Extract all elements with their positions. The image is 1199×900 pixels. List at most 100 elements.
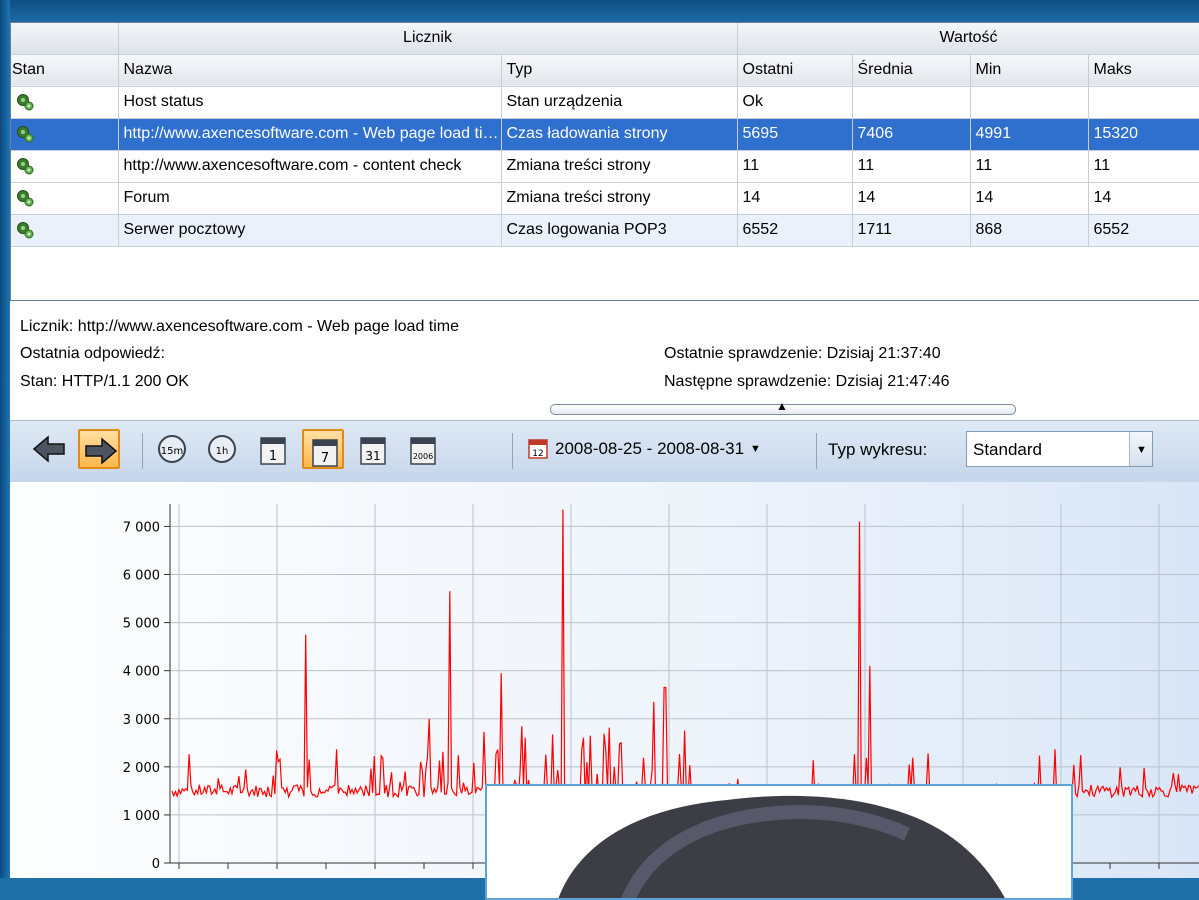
status-cell [11,214,119,247]
calendar-month-label: 31 [365,449,380,463]
type-cell: Zmiana treści strony [501,182,738,215]
period-year-button[interactable]: 2006 [402,429,444,469]
calendar-day-label: 1 [269,449,277,464]
toolbar-separator [816,433,817,469]
avg-cell: 11 [852,150,971,183]
last-cell: Ok [737,86,853,119]
y-tick-label: 5 000 [123,617,160,632]
back-button[interactable] [28,429,70,469]
name-cell: http://www.axencesoftware.com - Web page… [118,118,502,151]
calendar-year-label: 2006 [413,452,433,461]
column-header-ostatni[interactable]: Ostatni [737,54,853,87]
forward-button[interactable] [78,429,120,469]
min-cell: 4991 [970,118,1089,151]
chevron-down-icon: ▼ [1136,444,1147,456]
series-line-load-time [171,509,1199,800]
calendar-month-icon: 31 [360,437,386,465]
type-cell: Zmiana treści strony [501,150,738,183]
max-cell: 14 [1088,182,1199,215]
y-tick-label: 0 [152,857,160,872]
table-row[interactable]: Forum Zmiana treści strony 14 14 14 14 [11,182,1199,215]
calendar-week-label: 7 [321,451,329,466]
window-left-border [0,0,10,878]
chevron-down-icon: ▼ [750,443,761,455]
table-row[interactable]: http://www.axencesoftware.com - content … [11,150,1199,183]
column-header-min[interactable]: Min [970,54,1089,87]
toolbar-separator [142,433,143,469]
max-cell: 11 [1088,150,1199,183]
window-title-bar [0,0,1199,22]
toolbar-separator [512,433,513,469]
status-cell [11,150,119,183]
calendar-day-icon: 1 [260,437,286,465]
calendar-icon-day: 12 [532,449,543,459]
period-month-button[interactable]: 31 [352,429,394,469]
clock-1h-label: 1h [216,446,229,457]
status-cell [11,86,119,119]
status-detail: Stan: HTTP/1.1 200 OK [20,373,189,390]
status-gear-icon [16,93,34,111]
column-header-stan[interactable]: Stan [11,54,119,87]
chart-toolbar: 15m 1h 1 7 31 2006 12 2008-08-25 - 2008-… [10,420,1199,484]
chart-type-label: Typ wykresu: [828,440,928,459]
y-tick-label: 3 000 [123,713,160,728]
max-cell: 15320 [1088,118,1199,151]
next-check: Następne sprawdzenie: Dzisiaj 21:47:46 [664,373,950,390]
chart-type-dropdown-button[interactable]: ▼ [1129,432,1152,466]
min-cell: 14 [970,182,1089,215]
status-gear-icon [16,221,34,239]
table-row[interactable]: Host status Stan urządzenia Ok [11,86,1199,119]
period-day-button[interactable]: 1 [252,429,294,469]
period-15m-button[interactable]: 15m [152,429,194,469]
chart-type-value: Standard [973,440,1042,459]
last-cell: 6552 [737,214,853,247]
avg-cell: 7406 [852,118,971,151]
table-row-selected[interactable]: http://www.axencesoftware.com - Web page… [11,118,1199,151]
y-tick-label: 6 000 [123,569,160,584]
name-cell: Serwer pocztowy [118,214,502,247]
main-panel: Licznik Wartość Stan Nazwa Typ Ostatni Ś… [10,22,1199,900]
clock-1h-icon: 1h [208,435,236,463]
clock-15m-label: 15m [161,446,183,457]
group-header-counter: Licznik [118,23,738,55]
last-response-label: Ostatnia odpowiedź: [20,345,165,362]
column-header-nazwa[interactable]: Nazwa [118,54,502,87]
max-cell [1088,86,1199,119]
group-header-value: Wartość [737,23,1199,55]
type-cell: Czas logowania POP3 [501,214,738,247]
min-cell [970,86,1089,119]
calendar-icon: 12 [528,439,548,459]
type-cell: Czas ładowania strony [501,118,738,151]
counters-table: Licznik Wartość Stan Nazwa Typ Ostatni Ś… [10,22,1199,301]
y-tick-label: 4 000 [123,665,160,680]
table-row[interactable]: Serwer pocztowy Czas logowania POP3 6552… [11,214,1199,247]
avg-cell [852,86,971,119]
y-tick-label: 7 000 [123,520,160,535]
status-gear-icon [16,189,34,207]
period-week-button[interactable]: 7 [302,429,344,469]
last-check: Ostatnie sprawdzenie: Dzisiaj 21:37:40 [664,345,941,362]
name-cell: Forum [118,182,502,215]
last-cell: 14 [737,182,853,215]
status-gear-icon [16,157,34,175]
clock-15m-icon: 15m [158,435,186,463]
overlay-popup [485,784,1073,900]
y-tick-label: 1 000 [123,809,160,824]
column-header-maks[interactable]: Maks [1088,54,1199,87]
date-range-value: 2008-08-25 - 2008-08-31 [555,439,745,458]
status-cell [11,118,119,151]
y-tick-label: 2 000 [123,761,160,776]
calendar-week-icon: 7 [312,439,338,467]
column-header-typ[interactable]: Typ [501,54,738,87]
date-range-dropdown[interactable]: 12 2008-08-25 - 2008-08-31 ▼ [527,429,761,469]
min-cell: 868 [970,214,1089,247]
name-cell: http://www.axencesoftware.com - content … [118,150,502,183]
avg-cell: 14 [852,182,971,215]
chart-type-select[interactable]: Standard ▼ [966,431,1153,467]
status-gear-icon [16,125,34,143]
group-header-blank [11,23,119,55]
column-header-srednia[interactable]: Średnia [852,54,971,87]
avg-cell: 1711 [852,214,971,247]
panel-splitter[interactable]: ▲ [550,399,1016,415]
period-1h-button[interactable]: 1h [202,429,244,469]
